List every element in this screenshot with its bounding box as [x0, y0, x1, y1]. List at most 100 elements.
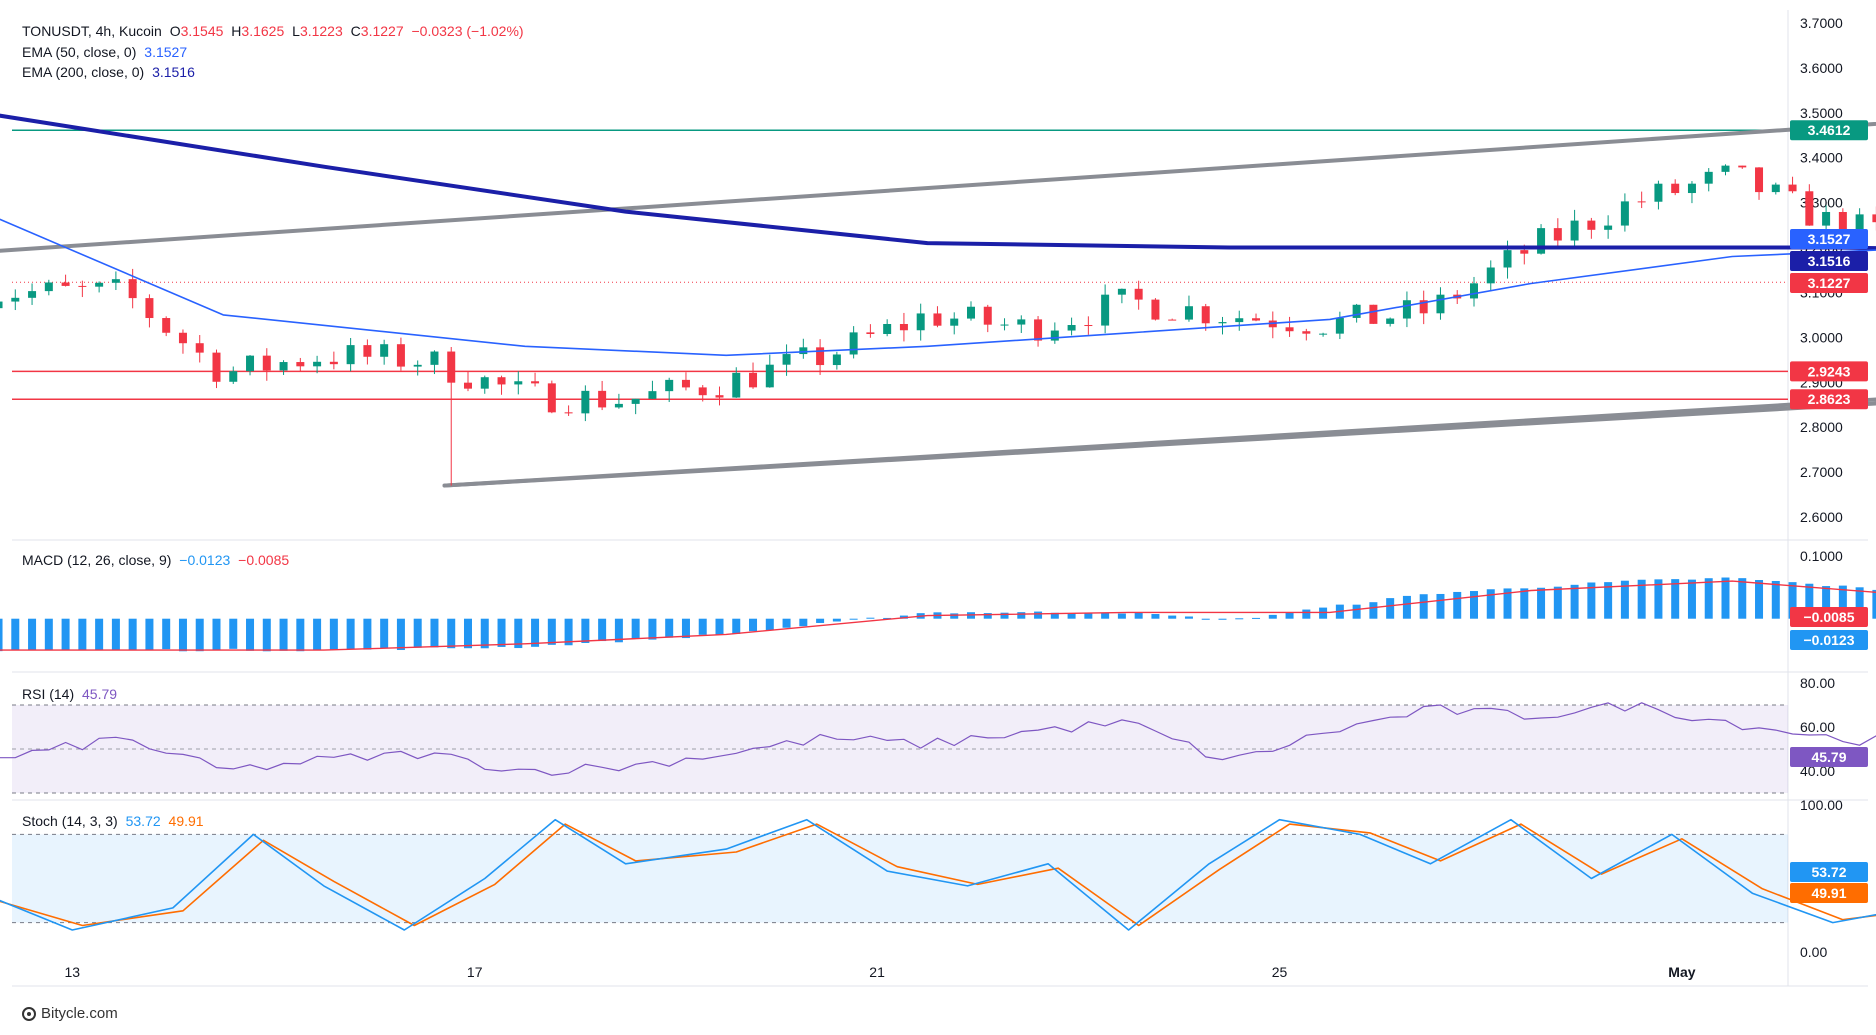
macd-histogram-bar: [832, 618, 841, 622]
bitycle-logo-icon: [22, 1006, 36, 1021]
rsi-label: RSI (14): [22, 686, 75, 702]
macd-histogram-bar: [11, 618, 20, 651]
macd-histogram-bar: [195, 618, 204, 652]
candle-body: [44, 282, 53, 292]
price-axis-label-text: 3.1516: [1808, 253, 1851, 269]
open-value: 3.1545: [180, 23, 224, 39]
price-legend: TONUSDT, 4h, Kucoin O3.1545 H3.1625 L3.1…: [22, 22, 524, 40]
macd-histogram-bar: [447, 618, 456, 649]
candle-body: [1101, 294, 1110, 326]
chart-canvas[interactable]: 3.70003.60003.50003.40003.30003.20003.10…: [0, 0, 1876, 1035]
candle-body: [1486, 267, 1495, 284]
candle-body: [111, 279, 120, 283]
candle-body: [883, 323, 892, 334]
change-value: −0.0323 (−1.02%): [411, 23, 524, 39]
stoch-tick-label: 0.00: [1800, 944, 1827, 960]
macd-histogram-bar: [363, 618, 372, 650]
candle-body: [1218, 322, 1227, 324]
price-tick-label: 3.5000: [1800, 105, 1843, 121]
rsi-value: 45.79: [82, 686, 118, 702]
candle-body: [1235, 318, 1244, 323]
macd-histogram-bar: [749, 618, 758, 632]
candle-body: [1084, 325, 1093, 327]
candle-body: [1168, 319, 1177, 321]
ema50-legend: EMA (50, close, 0) 3.1527: [22, 43, 187, 61]
candle-body: [1771, 184, 1780, 193]
candle-body: [145, 298, 154, 319]
macd-histogram-bar: [598, 618, 607, 642]
macd-histogram-bar: [1034, 611, 1043, 619]
stoch-k-value: 53.72: [125, 813, 161, 829]
candle-body: [1587, 220, 1596, 230]
ema200-value: 3.1516: [152, 64, 195, 80]
macd-histogram-bar: [413, 618, 422, 648]
macd-histogram-bar: [1520, 588, 1529, 619]
price-axis-label-text: 3.1527: [1808, 231, 1851, 247]
candle-body: [916, 313, 925, 331]
macd-histogram-bar: [480, 618, 489, 649]
candle-body: [832, 354, 841, 366]
rsi-axis-label-text: 45.79: [1811, 749, 1846, 765]
macd-histogram-bar: [95, 618, 104, 650]
macd-histogram-bar: [849, 618, 858, 620]
candle-body: [1620, 201, 1629, 226]
stoch-tick-label: 100.00: [1800, 797, 1843, 813]
macd-histogram-bar: [1771, 580, 1780, 619]
macd-histogram-bar: [1252, 617, 1261, 619]
candle-body: [1319, 333, 1328, 335]
candle-body: [1285, 327, 1294, 332]
macd-label: MACD (12, 26, close, 9): [22, 552, 172, 568]
candle-body: [681, 379, 690, 388]
candle-body: [61, 282, 70, 286]
macd-histogram-bar: [497, 618, 506, 647]
macd-tick-label: 0.1000: [1800, 548, 1843, 564]
candle-body: [1352, 304, 1361, 318]
macd-histogram-bar: [1302, 609, 1311, 619]
candle-body: [329, 361, 338, 365]
macd-histogram-bar: [547, 618, 556, 645]
macd-histogram-bar: [1402, 595, 1411, 619]
macd-axis-label-text: −0.0085: [1804, 609, 1855, 625]
candle-body: [1034, 319, 1043, 341]
candle-body: [162, 318, 171, 333]
level-axis-label-text: 3.4612: [1808, 122, 1851, 138]
macd-histogram-bar: [648, 618, 657, 640]
macd-histogram-bar: [44, 618, 53, 650]
macd-histogram-bar: [1285, 612, 1294, 619]
low-label: L: [292, 23, 300, 39]
candle-body: [1469, 283, 1478, 299]
stoch-d-value: 49.91: [168, 813, 204, 829]
stoch-legend: Stoch (14, 3, 3) 53.72 49.91: [22, 812, 204, 830]
candle-body: [631, 398, 640, 404]
macd-histogram-bar: [1168, 615, 1177, 619]
candle-body: [983, 306, 992, 325]
candle-body: [296, 362, 305, 367]
macd-histogram-bar: [1235, 618, 1244, 620]
macd-histogram-bar: [246, 618, 255, 651]
macd-histogram-bar: [1671, 579, 1680, 619]
candle-body: [598, 390, 607, 408]
stoch-axis-label-text: 53.72: [1811, 864, 1846, 880]
macd-histogram-bar: [229, 618, 238, 649]
macd-histogram-bar: [765, 618, 774, 630]
candle-body: [765, 364, 774, 388]
ema200-label: EMA (200, close, 0): [22, 64, 145, 80]
macd-histogram-bar: [1134, 612, 1143, 619]
candle-body: [1704, 171, 1713, 184]
time-tick-label: 17: [467, 964, 483, 980]
candle-body: [313, 361, 322, 367]
macd-histogram-bar: [1872, 589, 1876, 619]
candle-body: [1570, 220, 1579, 241]
macd-histogram-bar: [732, 618, 741, 634]
macd-histogram-bar: [380, 618, 389, 649]
candle-body: [262, 355, 271, 371]
macd-histogram-bar: [111, 618, 120, 651]
candle-body: [698, 387, 707, 396]
candle-body: [1201, 306, 1210, 324]
candle-body: [715, 395, 724, 398]
macd-histogram-bar: [715, 618, 724, 635]
watermark-text: Bitycle.com: [41, 1005, 118, 1022]
candle-body: [1822, 211, 1831, 226]
macd-histogram-bar: [1352, 604, 1361, 619]
symbol-label: TONUSDT, 4h, Kucoin: [22, 23, 162, 39]
